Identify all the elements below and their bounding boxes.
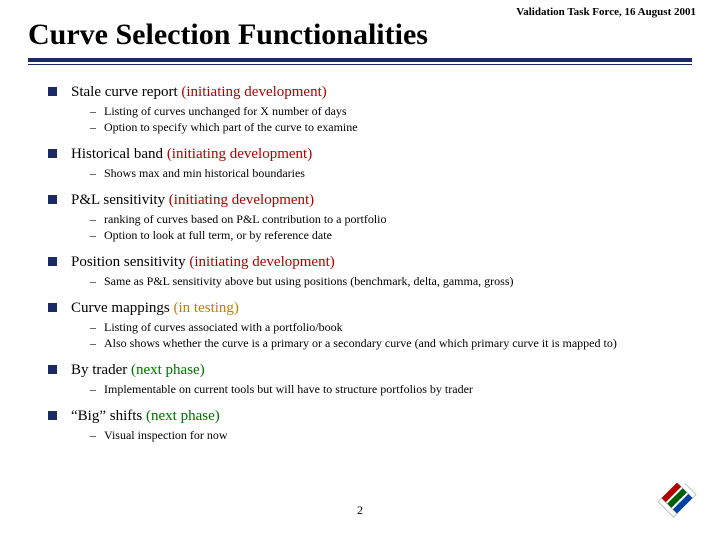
sub-list: –ranking of curves based on P&L contribu… — [90, 212, 688, 243]
item-text: By trader (next phase) — [71, 362, 205, 379]
list-item: Stale curve report (initiating developme… — [48, 83, 688, 135]
bullet-row: P&L sensitivity (initiating development) — [48, 191, 688, 209]
dash-icon: – — [90, 104, 104, 119]
sub-list: –Listing of curves unchanged for X numbe… — [90, 104, 688, 135]
bullet-row: Position sensitivity (initiating develop… — [48, 253, 688, 271]
list-item: Position sensitivity (initiating develop… — [48, 253, 688, 289]
square-bullet-icon — [48, 303, 57, 312]
bullet-row: “Big” shifts (next phase) — [48, 407, 688, 425]
item-status: (in testing) — [174, 300, 239, 316]
sub-item-text: Listing of curves unchanged for X number… — [104, 104, 347, 119]
bullet-row: By trader (next phase) — [48, 361, 688, 379]
item-text: Curve mappings (in testing) — [71, 300, 239, 317]
item-label: Historical band — [71, 146, 167, 162]
item-label: Position sensitivity — [71, 254, 189, 270]
sub-item-text: Option to specify which part of the curv… — [104, 120, 358, 135]
square-bullet-icon — [48, 149, 57, 158]
logo-icon — [658, 483, 706, 528]
sub-list: –Listing of curves associated with a por… — [90, 320, 688, 351]
slide-title: Curve Selection Functionalities — [28, 18, 692, 52]
sub-item-text: Shows max and min historical boundaries — [104, 166, 305, 181]
square-bullet-icon — [48, 365, 57, 374]
dash-icon: – — [90, 166, 104, 181]
square-bullet-icon — [48, 257, 57, 266]
square-bullet-icon — [48, 195, 57, 204]
item-label: P&L sensitivity — [71, 192, 169, 208]
dash-icon: – — [90, 336, 104, 351]
sub-item: –Visual inspection for now — [90, 428, 688, 443]
square-bullet-icon — [48, 411, 57, 420]
list-item: By trader (next phase) –Implementable on … — [48, 361, 688, 397]
bullet-row: Curve mappings (in testing) — [48, 299, 688, 317]
item-label: By trader — [71, 362, 131, 378]
sub-item-text: Visual inspection for now — [104, 428, 228, 443]
item-status: (initiating development) — [189, 254, 334, 270]
dash-icon: – — [90, 228, 104, 243]
list-item: Curve mappings (in testing) –Listing of c… — [48, 299, 688, 351]
sub-list: –Implementable on current tools but will… — [90, 382, 688, 397]
item-label: Stale curve report — [71, 84, 181, 100]
item-status: (next phase) — [146, 408, 220, 424]
sub-item: –Shows max and min historical boundaries — [90, 166, 688, 181]
sub-item: –Also shows whether the curve is a prima… — [90, 336, 688, 351]
item-text: Stale curve report (initiating developme… — [71, 84, 327, 101]
item-text: P&L sensitivity (initiating development) — [71, 192, 314, 209]
dash-icon: – — [90, 320, 104, 335]
square-bullet-icon — [48, 87, 57, 96]
sub-list: –Visual inspection for now — [90, 428, 688, 443]
sub-item: –Option to specify which part of the cur… — [90, 120, 688, 135]
item-status: (initiating development) — [167, 146, 312, 162]
title-rule — [28, 58, 692, 65]
list-item: “Big” shifts (next phase) –Visual inspect… — [48, 407, 688, 443]
item-label: “Big” shifts — [71, 408, 146, 424]
dash-icon: – — [90, 274, 104, 289]
dash-icon: – — [90, 212, 104, 227]
item-status: (initiating development) — [169, 192, 314, 208]
item-text: Historical band (initiating development) — [71, 146, 312, 163]
sub-item: –Implementable on current tools but will… — [90, 382, 688, 397]
item-text: Position sensitivity (initiating develop… — [71, 254, 335, 271]
dash-icon: – — [90, 120, 104, 135]
list-item: Historical band (initiating development)… — [48, 145, 688, 181]
header-date: Validation Task Force, 16 August 2001 — [516, 6, 696, 18]
item-label: Curve mappings — [71, 300, 174, 316]
sub-item-text: Implementable on current tools but will … — [104, 382, 473, 397]
sub-item: –Listing of curves associated with a por… — [90, 320, 688, 335]
sub-item-text: Also shows whether the curve is a primar… — [104, 336, 617, 351]
sub-item: –Listing of curves unchanged for X numbe… — [90, 104, 688, 119]
sub-item-text: Same as P&L sensitivity above but using … — [104, 274, 514, 289]
sub-list: –Shows max and min historical boundaries — [90, 166, 688, 181]
sub-list: –Same as P&L sensitivity above but using… — [90, 274, 688, 289]
sub-item-text: Option to look at full term, or by refer… — [104, 228, 332, 243]
dash-icon: – — [90, 382, 104, 397]
item-status: (initiating development) — [181, 84, 326, 100]
sub-item: –Same as P&L sensitivity above but using… — [90, 274, 688, 289]
sub-item-text: ranking of curves based on P&L contribut… — [104, 212, 387, 227]
bullet-row: Historical band (initiating development) — [48, 145, 688, 163]
list-item: P&L sensitivity (initiating development)… — [48, 191, 688, 243]
content-area: Stale curve report (initiating developme… — [28, 83, 692, 443]
item-text: “Big” shifts (next phase) — [71, 408, 220, 425]
sub-item-text: Listing of curves associated with a port… — [104, 320, 343, 335]
page-number: 2 — [0, 503, 720, 518]
sub-item: –ranking of curves based on P&L contribu… — [90, 212, 688, 227]
slide: Validation Task Force, 16 August 2001 Cu… — [0, 0, 720, 540]
bullet-row: Stale curve report (initiating developme… — [48, 83, 688, 101]
dash-icon: – — [90, 428, 104, 443]
item-status: (next phase) — [131, 362, 205, 378]
sub-item: –Option to look at full term, or by refe… — [90, 228, 688, 243]
